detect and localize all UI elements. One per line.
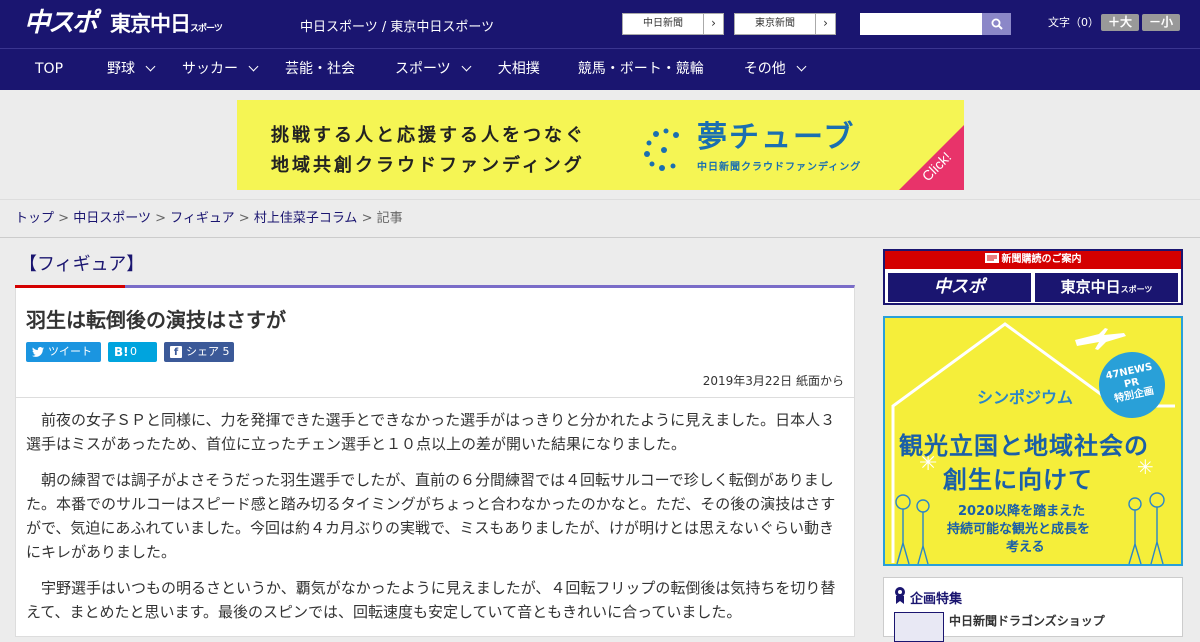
ad-subtitle-line1: 2020以降を踏まえた: [958, 504, 1086, 519]
article-paragraph: 前夜の女子ＳＰと同様に、力を発揮できた選手とできなかった選手がはっきりと分かれた…: [26, 411, 836, 453]
tokyo-shimbun-link[interactable]: 東京新聞 ›: [734, 13, 836, 35]
chevron-down-icon: [248, 61, 259, 72]
chevron-down-icon: [796, 61, 807, 72]
facebook-icon: f: [170, 346, 182, 358]
nav-item-soccer[interactable]: サッカー: [169, 49, 270, 90]
category-label: 【フィギュア】: [19, 254, 145, 275]
nav-item-sumo[interactable]: 大相撲: [485, 49, 553, 90]
breadcrumb-link-chunichi-sports[interactable]: 中日スポーツ: [73, 211, 151, 226]
hatena-count: 0: [130, 345, 137, 358]
nav-item-racing[interactable]: 競馬・ボート・競輪: [565, 49, 717, 90]
ad-title-line1: 観光立国と地域社会の: [899, 432, 1149, 460]
ad-symposium-label: シンポジウム: [977, 388, 1074, 407]
chevron-right-icon: ›: [815, 14, 835, 34]
nav-item-other[interactable]: その他: [731, 49, 818, 90]
breadcrumb-separator: >: [238, 211, 250, 226]
font-size-label: 文字（0）: [1048, 16, 1099, 29]
facebook-share-button[interactable]: f シェア 5: [164, 342, 234, 362]
site-title: 中日スポーツ / 東京中日スポーツ: [300, 20, 495, 35]
nav-item-baseball[interactable]: 野球: [94, 49, 167, 90]
feature-title: 企画特集: [910, 592, 963, 607]
subscription-title: 新聞購読のご案内: [885, 251, 1181, 269]
feature-thumbnail[interactable]: [894, 612, 944, 642]
hatena-bookmark-button[interactable]: B! 0: [108, 342, 157, 362]
ribbon-icon: [895, 587, 905, 604]
banner-brand: 夢チューブ: [697, 120, 856, 155]
chevron-down-icon: [145, 61, 156, 72]
nav-item-top[interactable]: TOP: [22, 49, 76, 90]
nav-label: 大相撲: [497, 61, 540, 77]
article-header: 羽生は転倒後の演技はさすが ツイート B! 0 f シェア 5 2019年3月2…: [16, 288, 854, 398]
banner-brand-sub: 中日新聞クラウドファンディング: [697, 162, 862, 173]
chunichi-shimbun-link[interactable]: 中日新聞 ›: [622, 13, 724, 35]
nav-item-sports[interactable]: スポーツ: [382, 49, 483, 90]
subscription-title-text: 新聞購読のご案内: [1001, 254, 1082, 265]
newspaper-icon: [984, 253, 999, 263]
twitter-icon: [32, 347, 44, 357]
subscribe-tokyo-chunichi-link[interactable]: 東京中日スポーツ: [1035, 273, 1178, 302]
subscribe-tokyo-logo-text: 東京中日: [1060, 278, 1121, 296]
nav-label: スポーツ: [395, 61, 451, 77]
main-nav: TOP 野球 サッカー 芸能・社会 スポーツ 大相撲 競馬・ボート・競輪 その他: [0, 48, 1200, 90]
nav-item-entertainment[interactable]: 芸能・社会: [272, 49, 368, 90]
ad-subtitle-line3: 考える: [1006, 540, 1045, 555]
nav-label: サッカー: [182, 61, 239, 77]
chevron-down-icon: [461, 61, 472, 72]
search-icon: [991, 18, 1003, 30]
tokyo-shimbun-label: 東京新聞: [755, 18, 795, 29]
facebook-share-label: シェア: [186, 345, 219, 358]
subscribe-tokyo-logo-small: スポーツ: [1120, 285, 1153, 294]
breadcrumb-separator: >: [155, 211, 166, 226]
subscription-box: 新聞購読のご案内 中スポ 東京中日スポーツ: [883, 249, 1183, 305]
article-paragraph: 宇野選手はいつもの明るさというか、覇気がなかったように見えましたが、４回転フリッ…: [26, 579, 836, 621]
breadcrumb: トップ > 中日スポーツ > フィギュア > 村上佳菜子コラム > 記事: [0, 200, 1200, 238]
hatena-icon: B!: [114, 345, 129, 359]
breadcrumb-separator: >: [361, 211, 373, 226]
article: 羽生は転倒後の演技はさすが ツイート B! 0 f シェア 5 2019年3月2…: [15, 285, 855, 637]
chunichi-shimbun-label: 中日新聞: [643, 18, 683, 29]
chevron-right-icon: ›: [703, 14, 723, 34]
breadcrumb-link-figure[interactable]: フィギュア: [170, 211, 234, 226]
breadcrumb-link-column[interactable]: 村上佳菜子コラム: [254, 211, 358, 226]
nav-label: 競馬・ボート・競輪: [577, 61, 704, 77]
click-corner: Click!: [899, 125, 964, 190]
tokyo-chunichi-logo-small: スポーツ: [190, 24, 223, 34]
nav-label: 芸能・社会: [285, 61, 356, 77]
article-dateline: 2019年3月22日 紙面から: [702, 374, 844, 388]
symposium-ad[interactable]: ✳ ✳ 47NEWS PR 特別企画 シンポジウム 観光立国と地域社会の 創生に…: [883, 316, 1183, 566]
tweet-label: ツイート: [48, 345, 92, 358]
facebook-count: 5: [222, 345, 230, 358]
sidebar: 新聞購読のご案内 中スポ 東京中日スポーツ ✳ ✳ 47NEWS PR 特別企画…: [883, 249, 1183, 642]
feature-item-link[interactable]: 中日新聞ドラゴンズショップ: [949, 612, 1105, 629]
chunichi-sports-logo[interactable]: 中スポ: [24, 8, 98, 38]
crowdfunding-banner[interactable]: 挑戦する人と応援する人をつなぐ 地域共創クラウドファンディング 夢チューブ 中日…: [237, 100, 964, 190]
nav-label: その他: [743, 61, 786, 77]
search-button[interactable]: [982, 13, 1011, 35]
font-smaller-button[interactable]: －小: [1142, 14, 1180, 31]
breadcrumb-current: 記事: [376, 211, 403, 226]
search-input[interactable]: [860, 13, 982, 35]
nav-label: 野球: [107, 61, 136, 77]
tweet-button[interactable]: ツイート: [26, 342, 101, 362]
tokyo-chunichi-logo-text: 東京中日: [110, 12, 191, 36]
subscribe-chunichi-sports-link[interactable]: 中スポ: [888, 273, 1031, 302]
banner-line2: 地域共創クラウドファンディング: [271, 155, 585, 176]
breadcrumb-link-top[interactable]: トップ: [15, 211, 54, 226]
banner-band: 挑戦する人と応援する人をつなぐ 地域共創クラウドファンディング 夢チューブ 中日…: [0, 90, 1200, 200]
article-headline: 羽生は転倒後の演技はさすが: [26, 308, 286, 332]
ad-title-line2: 創生に向けて: [943, 466, 1093, 494]
article-body: 前夜の女子ＳＰと同様に、力を発揮できた選手とできなかった選手がはっきりと分かれた…: [16, 398, 854, 624]
breadcrumb-separator: >: [58, 211, 70, 226]
dots-logo-icon: [644, 128, 679, 171]
main-content: 【フィギュア】 羽生は転倒後の演技はさすが ツイート B! 0 f シェア 5 …: [15, 240, 855, 637]
feature-box: 企画特集 中日新聞ドラゴンズショップ: [883, 577, 1183, 642]
tokyo-chunichi-logo[interactable]: 東京中日スポーツ: [110, 12, 223, 41]
font-larger-button[interactable]: ＋大: [1101, 14, 1139, 31]
banner-line1: 挑戦する人と応援する人をつなぐ: [271, 125, 586, 146]
article-paragraph: 朝の練習では調子がよさそうだった羽生選手でしたが、直前の６分間練習では４回転サル…: [26, 471, 836, 561]
ad-subtitle-line2: 持続可能な観光と成長を: [947, 522, 1091, 537]
site-header: 中スポ 東京中日スポーツ 中日スポーツ / 東京中日スポーツ 中日新聞 › 東京…: [0, 0, 1200, 48]
nav-label: TOP: [35, 61, 64, 77]
